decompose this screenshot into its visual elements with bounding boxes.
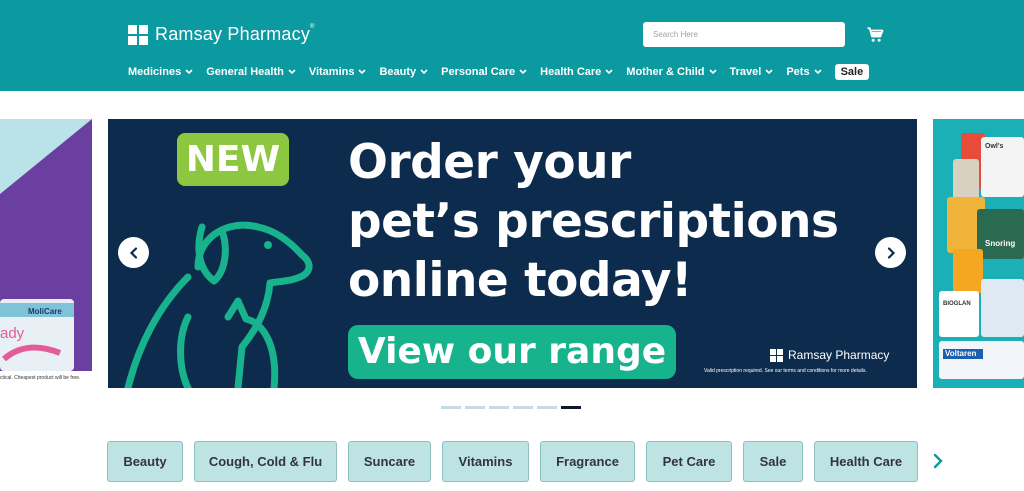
previous-slide-brand: MoliCare [28,307,62,316]
main-nav: Medicines General Health Vitamins Beauty… [128,64,882,80]
chevron-down-icon [519,69,527,75]
logo-mark-icon [770,348,783,362]
carousel-prev-button[interactable] [118,237,149,268]
carousel-slide-previous[interactable]: MoliCare ady ctical. Cheapest product wi… [0,119,92,388]
headline-line-2: pet’s prescriptions [348,194,839,249]
nav-item-mother-child[interactable]: Mother & Child [626,66,717,78]
category-chip-beauty[interactable]: Beauty [107,441,183,482]
previous-slide-text: ady [0,325,25,342]
chevron-down-icon [708,69,717,75]
headline-line-3: online today! [348,253,692,308]
next-slide-product-label: BIOGLAN [943,301,971,307]
nav-item-travel[interactable]: Travel [730,66,774,78]
carousel-pagination [441,406,585,409]
chevron-down-icon [605,69,613,75]
nav-item-pets[interactable]: Pets [786,66,822,78]
carousel-dot[interactable] [465,406,485,409]
category-chips: Beauty Cough, Cold & Flu Suncare Vitamin… [107,441,929,482]
chevron-down-icon [420,69,428,75]
new-badge: NEW [177,133,289,186]
next-slide-product-label: Voltaren [945,349,977,358]
banner-headline: Order your pet’s prescriptions online to… [348,133,839,310]
carousel-dot-active[interactable] [561,406,581,409]
chevron-down-icon [814,69,822,75]
previous-slide-fineprint: ctical. Cheapest product will be free. [0,375,81,381]
category-chip-fragrance[interactable]: Fragrance [540,441,635,482]
logo-mark-icon [128,24,148,45]
site-header: Ramsay Pharmacy® Medicines General Healt… [0,0,1024,91]
next-slide-products-artwork [939,133,1024,379]
category-chip-cough-cold-flu[interactable]: Cough, Cold & Flu [194,441,337,482]
banner-brand: Ramsay Pharmacy [770,348,889,362]
banner-disclaimer: Valid prescription required. See our ter… [704,368,867,374]
carousel-slide-next[interactable]: Voltaren Snoring BIOGLAN Owl's [933,119,1024,388]
previous-slide-artwork [0,119,92,388]
category-chip-health-care[interactable]: Health Care [814,441,918,482]
carousel-dot[interactable] [513,406,533,409]
banner-brand-text: Ramsay Pharmacy [788,348,890,362]
site-logo[interactable]: Ramsay Pharmacy® [128,24,315,45]
nav-item-personal-care[interactable]: Personal Care [441,66,527,78]
chevron-down-icon [765,69,773,75]
category-chip-pet-care[interactable]: Pet Care [646,441,732,482]
chevron-down-icon [358,69,367,75]
nav-item-health-care[interactable]: Health Care [540,66,613,78]
category-chip-vitamins[interactable]: Vitamins [442,441,529,482]
category-chip-sale[interactable]: Sale [743,441,803,482]
chevron-down-icon [185,69,193,75]
next-slide-product-label: Owl's [985,143,1004,150]
nav-item-vitamins[interactable]: Vitamins [309,66,367,78]
logo-text: Ramsay Pharmacy® [155,24,315,44]
headline-line-1: Order your [348,135,631,190]
nav-item-general-health[interactable]: General Health [206,66,296,78]
search-input[interactable] [643,22,845,47]
hero-carousel: MoliCare ady ctical. Cheapest product wi… [0,119,1024,388]
carousel-next-button[interactable] [875,237,906,268]
chevron-down-icon [288,69,296,75]
view-range-button[interactable]: View our range [348,325,676,379]
category-chip-suncare[interactable]: Suncare [348,441,431,482]
chevron-right-icon [887,246,895,259]
carousel-dot[interactable] [441,406,461,409]
next-slide-product-label: Snoring [985,239,1016,248]
chevron-right-icon[interactable] [929,452,947,470]
carousel-dot[interactable] [537,406,557,409]
carousel-dot[interactable] [489,406,509,409]
cart-icon[interactable] [866,26,884,44]
nav-item-sale[interactable]: Sale [834,64,870,80]
hero-banner[interactable]: NEW Order your pet’s prescriptions onlin… [108,119,917,388]
chevron-left-icon [129,246,137,259]
nav-item-beauty[interactable]: Beauty [379,66,428,78]
pet-outline-icon [124,221,313,388]
nav-item-medicines[interactable]: Medicines [128,66,193,78]
